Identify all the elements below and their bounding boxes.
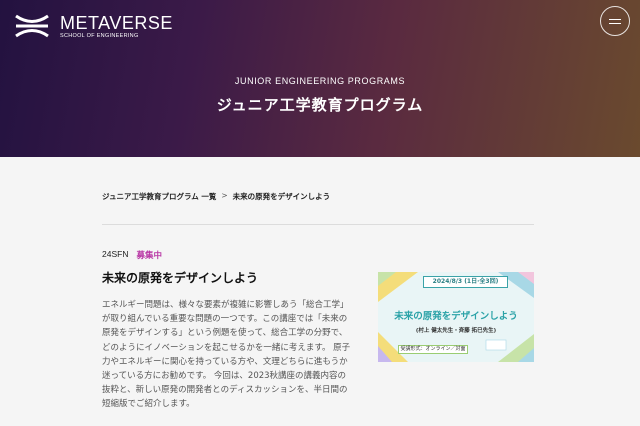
menu-button[interactable]	[600, 6, 630, 36]
status-badge: 募集中	[136, 251, 162, 261]
banner-format: 受講形式：オンライン／対面	[398, 345, 468, 354]
breadcrumb-link-list[interactable]: ジュニア工学教育プログラム 一覧	[102, 191, 216, 202]
banner-speakers: (村上 健太先生・斉藤 拓巳先生)	[415, 328, 497, 334]
breadcrumb-current: 未来の原発をデザインしよう	[232, 192, 331, 201]
article-title: 未来の原発をデザインしよう	[102, 271, 259, 285]
site-logo[interactable]: METAVERSE SCHOOL OF ENGINEERING	[14, 13, 173, 39]
banner-date: 2024/8/3 (1日·全3回)	[423, 276, 508, 288]
program-code: 24SFN	[102, 249, 129, 259]
brand-subtitle: SCHOOL OF ENGINEERING	[60, 32, 139, 39]
banner-title: 未来の原発をデザインしよう	[394, 311, 518, 322]
hero-header: METAVERSE SCHOOL OF ENGINEERING JUNIOR E…	[0, 0, 640, 157]
breadcrumb-separator: >	[221, 191, 228, 200]
menu-icon	[609, 18, 621, 20]
program-banner-image[interactable]: 2024/8/3 (1日·全3回) 未来の原発をデザインしよう (村上 健太先生…	[378, 272, 534, 362]
article-description: エネルギー問題は、様々な要素が複雑に影響しあう「総合工学」が取り組んでいる重要な…	[102, 300, 351, 410]
hero-eyebrow: JUNIOR ENGINEERING PROGRAMS	[234, 76, 406, 86]
page-title: ジュニア工学教育プログラム	[216, 96, 424, 114]
article-meta: 24SFN 募集中	[102, 249, 162, 261]
divider	[102, 224, 534, 225]
brand-title: METAVERSE	[60, 12, 173, 33]
logo-mark-icon	[15, 14, 49, 38]
breadcrumb: ジュニア工学教育プログラム 一覧 > 未来の原発をデザインしよう	[102, 191, 330, 202]
